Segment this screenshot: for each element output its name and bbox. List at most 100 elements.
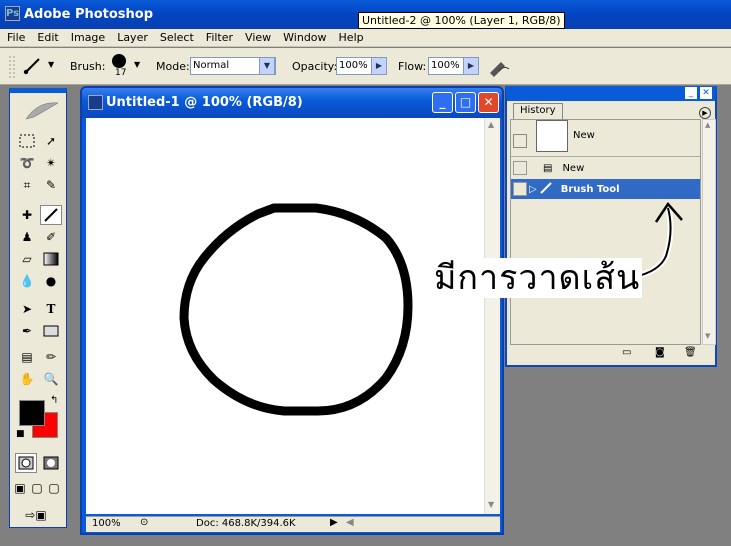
standard-screen-mode-icon[interactable]: ▣ — [12, 478, 28, 498]
history-state-slider-icon[interactable]: ▷ — [529, 184, 537, 195]
history-source-checkbox[interactable] — [513, 161, 527, 175]
full-screen-menu-mode-icon[interactable]: ▢ — [29, 478, 45, 498]
history-item-label: New — [562, 162, 585, 174]
eraser-tool-icon[interactable]: ▱ — [16, 249, 38, 269]
clone-stamp-tool-icon[interactable]: ♟ — [16, 227, 38, 247]
brush-tool-icon[interactable] — [40, 205, 62, 225]
document-icon — [88, 95, 103, 110]
eyedropper-tool-icon[interactable]: ✏ — [40, 347, 62, 367]
move-tool-icon[interactable]: ➚ — [40, 131, 62, 151]
brush-size: 17 — [115, 68, 127, 78]
shape-tool-icon[interactable] — [40, 321, 62, 341]
airbrush-icon[interactable] — [487, 55, 511, 77]
document-status-bar: 100% ⊙ Doc: 468.8K/394.6K ▶ ◀ — [86, 516, 500, 532]
document-title: Untitled-1 @ 100% (RGB/8) — [106, 95, 303, 110]
brush-label: Brush: — [70, 60, 106, 73]
menu-window[interactable]: Window — [276, 31, 331, 44]
hand-tool-icon[interactable]: ✋ — [16, 369, 38, 389]
menu-image[interactable]: Image — [64, 31, 110, 44]
zoom-icon[interactable]: ⊙ — [140, 517, 148, 528]
pen-tool-icon[interactable]: ✒ — [16, 321, 38, 341]
toolbox: ➚ ➰ ✴ ⌗ ✎ ✚ ♟ ✐ ▱ 💧 ● ➤ T ✒ ▤ ✏ ✋ 🔍 ↰ ■ … — [9, 88, 67, 528]
magic-wand-tool-icon[interactable]: ✴ — [40, 153, 62, 173]
snapshot-source-icon[interactable] — [513, 134, 527, 148]
history-brush-tool-icon[interactable]: ✐ — [40, 227, 62, 247]
scroll-left-icon[interactable]: ◀ — [346, 517, 354, 528]
mode-dropdown-button[interactable]: ▼ — [259, 57, 275, 75]
mode-value: Normal — [193, 60, 230, 71]
palette-close-button[interactable]: ✕ — [700, 87, 712, 99]
flow-slider-button[interactable]: ▶ — [463, 57, 479, 75]
history-footer: ▭ ◙ 🗑 — [510, 346, 716, 362]
crop-tool-icon[interactable]: ⌗ — [16, 175, 38, 195]
minimize-button[interactable]: _ — [432, 92, 453, 113]
menu-filter[interactable]: Filter — [199, 31, 238, 44]
slice-tool-icon[interactable]: ✎ — [40, 175, 62, 195]
palette-minimize-button[interactable]: _ — [685, 87, 697, 99]
opacity-field[interactable]: 100% — [336, 57, 372, 75]
close-button[interactable]: ✕ — [478, 92, 499, 113]
jump-to-imageready-icon[interactable]: ⇨▣ — [16, 505, 56, 525]
history-vertical-scrollbar[interactable]: ▲ ▼ — [702, 119, 716, 345]
menu-bar: File Edit Image Layer Select Filter View… — [0, 29, 731, 47]
menu-help[interactable]: Help — [332, 31, 369, 44]
menu-file[interactable]: File — [0, 31, 30, 44]
menu-select[interactable]: Select — [153, 31, 199, 44]
path-selection-tool-icon[interactable]: ➤ — [16, 299, 38, 319]
document-window: Untitled-1 @ 100% (RGB/8) _ □ ✕ ▲ ▼ 100%… — [80, 86, 504, 535]
brush-preview-icon[interactable] — [112, 54, 126, 68]
gradient-tool-icon[interactable] — [40, 249, 62, 269]
flow-label: Flow: — [398, 60, 427, 73]
history-item-new[interactable]: ▤ New — [511, 158, 700, 178]
menu-layer[interactable]: Layer — [110, 31, 153, 44]
dodge-tool-icon[interactable]: ● — [40, 271, 62, 291]
annotation-text: มีการวาดเส้น — [432, 258, 643, 298]
history-source-checkbox[interactable] — [513, 182, 527, 196]
document-vertical-scrollbar[interactable]: ▲ ▼ — [484, 118, 500, 514]
blur-tool-icon[interactable]: 💧 — [16, 271, 38, 291]
zoom-tool-icon[interactable]: 🔍 — [40, 369, 62, 389]
preset-dropdown-arrow[interactable]: ▼ — [48, 60, 54, 69]
status-menu-arrow-icon[interactable]: ▶ — [330, 517, 338, 528]
opacity-value: 100% — [339, 60, 368, 71]
full-screen-mode-icon[interactable]: ▢ — [46, 478, 62, 498]
healing-brush-tool-icon[interactable]: ✚ — [16, 205, 38, 225]
new-document-icon: ▤ — [543, 162, 553, 174]
type-tool-icon[interactable]: T — [40, 299, 62, 319]
drawn-circle-stroke — [179, 203, 413, 416]
quick-mask-mode-icon[interactable] — [40, 453, 62, 473]
standard-mode-icon[interactable] — [15, 453, 37, 473]
swap-colors-icon[interactable]: ↰ — [50, 395, 58, 406]
maximize-button[interactable]: □ — [455, 92, 476, 113]
foreground-color-swatch[interactable] — [19, 400, 45, 426]
opacity-slider-button[interactable]: ▶ — [371, 57, 387, 75]
flow-field[interactable]: 100% — [428, 57, 464, 75]
new-snapshot-icon[interactable]: ◙ — [655, 347, 665, 358]
brush-dropdown-arrow[interactable]: ▼ — [134, 60, 140, 69]
app-titlebar[interactable]: Ps Adobe Photoshop Untitled-2 @ 100% (La… — [0, 0, 731, 29]
palette-menu-icon[interactable]: ▶ — [699, 107, 711, 119]
lasso-tool-icon[interactable]: ➰ — [16, 153, 38, 173]
snapshot-label: New — [573, 130, 595, 141]
history-tab[interactable]: History — [513, 103, 563, 119]
zoom-level[interactable]: 100% — [92, 518, 121, 529]
new-document-from-state-icon[interactable]: ▭ — [622, 347, 631, 358]
tooltip: Untitled-2 @ 100% (Layer 1, RGB/8) — [358, 12, 565, 29]
flow-value: 100% — [431, 60, 460, 71]
snapshot-thumbnail[interactable] — [536, 120, 568, 152]
canvas[interactable] — [86, 118, 484, 514]
menu-view[interactable]: View — [238, 31, 276, 44]
tool-preset-brush-icon[interactable] — [22, 56, 44, 76]
default-colors-icon[interactable]: ■ — [16, 429, 25, 439]
delete-trash-icon[interactable]: 🗑 — [684, 347, 697, 358]
app-title: Adobe Photoshop — [24, 7, 154, 22]
notes-tool-icon[interactable]: ▤ — [16, 347, 38, 367]
opacity-label: Opacity: — [292, 60, 338, 73]
marquee-tool-icon[interactable] — [16, 131, 38, 151]
brush-history-icon — [539, 181, 553, 198]
menu-edit[interactable]: Edit — [30, 31, 63, 44]
grip-icon[interactable] — [6, 54, 22, 80]
photoshop-logo-icon: Ps — [5, 6, 20, 21]
options-bar: ▼ Brush: 17 ▼ Mode: Normal ▼ Opacity: 10… — [0, 48, 731, 85]
document-size-info: Doc: 468.8K/394.6K — [196, 518, 296, 529]
